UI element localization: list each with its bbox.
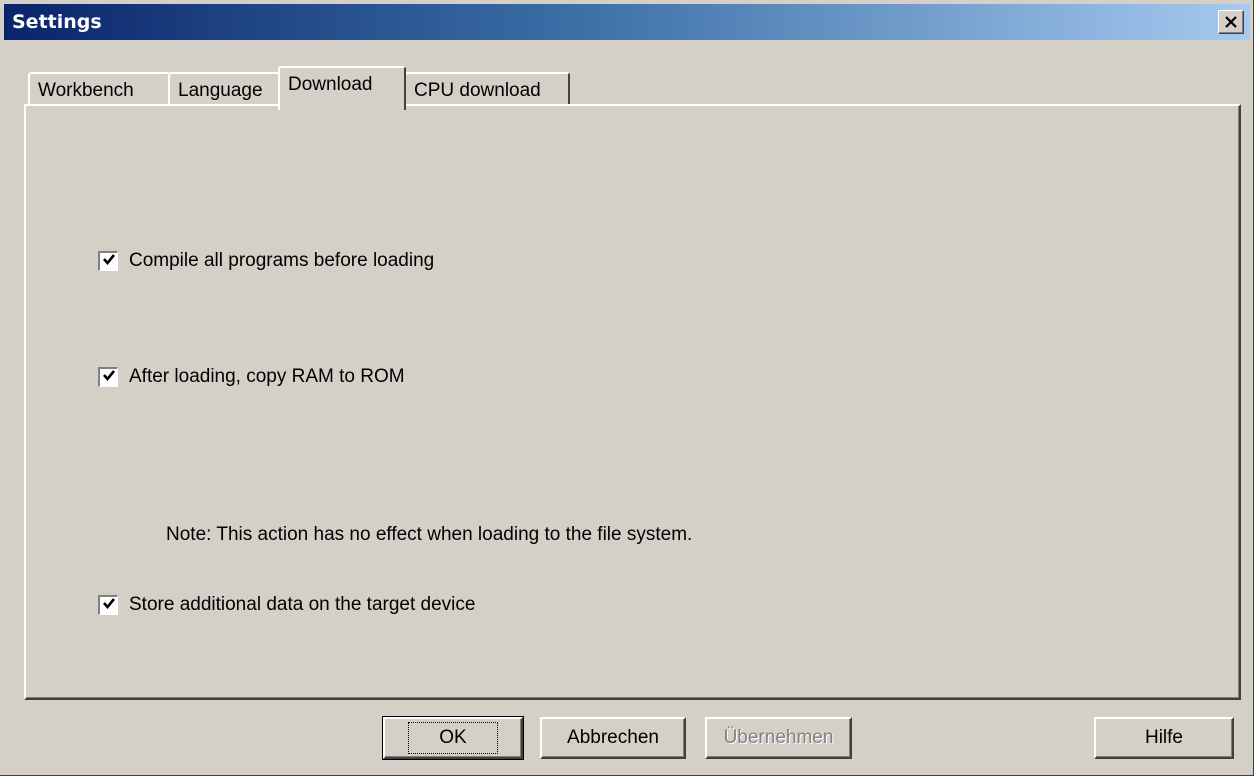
note-text: Note: This action has no effect when loa… [166,524,693,545]
check-icon [102,595,116,617]
tab-language[interactable]: Language [168,72,281,108]
tab-workbench[interactable]: Workbench [28,72,170,108]
compile-all-checkbox[interactable] [98,251,118,271]
check-icon [102,367,116,389]
ok-button[interactable]: OK [382,716,524,760]
option-compile-all[interactable]: Compile all programs before loading [98,250,434,272]
download-tab-panel: Compile all programs before loading Afte… [24,104,1241,700]
store-data-checkbox[interactable] [98,595,118,615]
help-button[interactable]: Hilfe [1094,717,1234,759]
tab-cpu-download[interactable]: CPU download [404,72,570,108]
close-button[interactable] [1218,10,1244,34]
tab-label: Workbench [38,80,134,101]
ok-button-label: OK [408,722,498,754]
settings-dialog: Settings Workbench Language Download CPU… [0,0,1254,776]
option-copy-ram-to-rom[interactable]: After loading, copy RAM to ROM [98,366,405,388]
check-icon [102,251,116,273]
close-icon [1224,12,1238,33]
apply-button[interactable]: Übernehmen [705,717,852,759]
tab-label: CPU download [414,80,541,101]
tab-label: Download [288,74,373,95]
cancel-button[interactable]: Abbrechen [540,717,686,759]
option-label: Store additional data on the target devi… [129,594,476,615]
option-label: After loading, copy RAM to ROM [129,366,405,387]
cancel-button-label: Abbrechen [567,727,659,748]
window-title: Settings [12,11,102,33]
apply-button-label: Übernehmen [723,727,834,748]
option-store-additional-data[interactable]: Store additional data on the target devi… [98,594,475,616]
help-button-label: Hilfe [1144,727,1183,748]
title-bar[interactable]: Settings [4,4,1250,40]
tab-download[interactable]: Download [278,66,406,110]
tab-label: Language [178,80,263,101]
copy-ram-rom-checkbox[interactable] [98,367,118,387]
option-label: Compile all programs before loading [129,250,435,271]
